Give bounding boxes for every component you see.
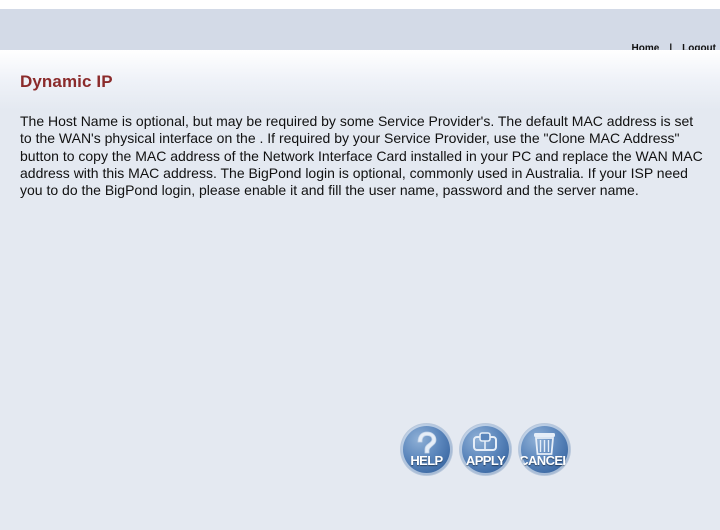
top-strip — [0, 0, 720, 9]
cancel-button-label: CANCEL — [519, 453, 570, 468]
help-description: The Host Name is optional, but may be re… — [20, 113, 703, 199]
header-bar: Home | Logout — [0, 9, 720, 54]
apply-button-label: APPLY — [465, 453, 506, 468]
help-button-label: HELP — [410, 453, 443, 468]
page-title: Dynamic IP — [20, 72, 113, 91]
help-button[interactable]: HELP — [401, 424, 452, 475]
action-buttons: HELP APPLY CANCEL — [401, 424, 570, 475]
apply-button[interactable]: APPLY — [460, 424, 511, 475]
cancel-button[interactable]: CANCEL — [519, 424, 570, 475]
